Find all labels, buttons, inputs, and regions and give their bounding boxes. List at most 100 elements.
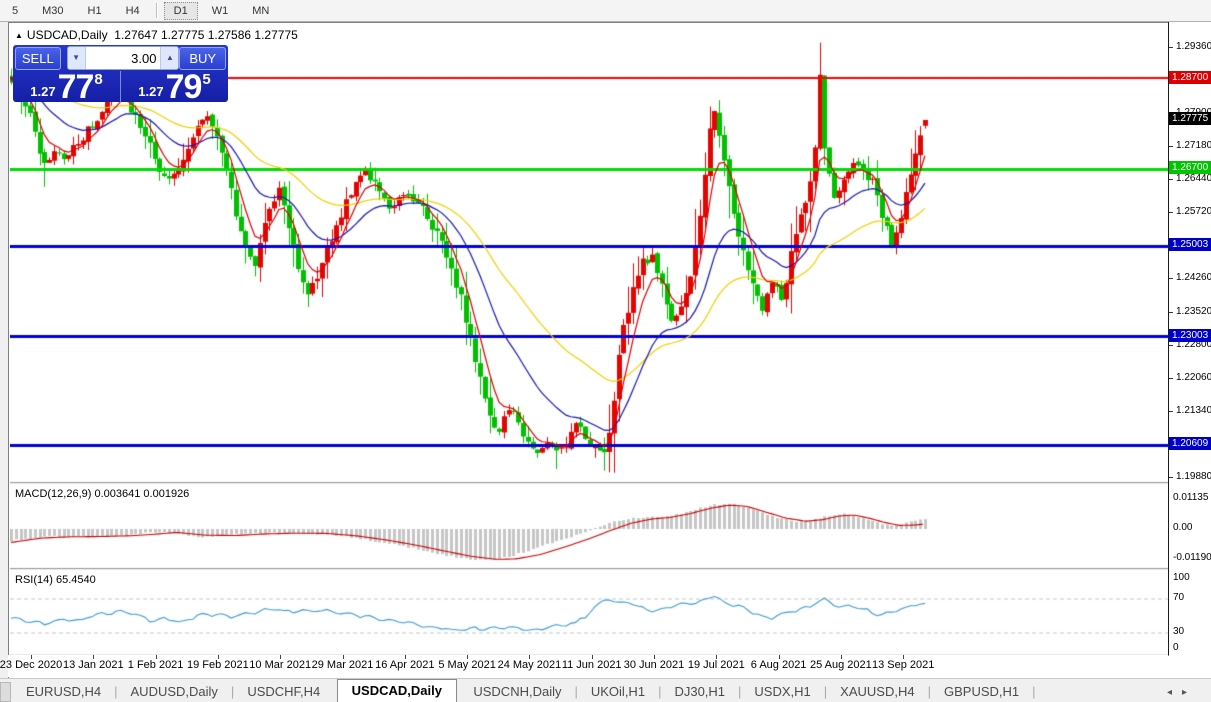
chart-tab-xauusd[interactable]: XAUUSD,H4 bbox=[827, 681, 927, 702]
buy-price-sup: 5 bbox=[202, 71, 211, 88]
chart-symbol-period: USDCAD,Daily bbox=[26, 28, 108, 42]
buy-price-big: 79 bbox=[165, 68, 203, 107]
volume-increase-button[interactable]: ▲ bbox=[160, 47, 179, 69]
price-chart-canvas[interactable] bbox=[10, 24, 1169, 656]
price-axis[interactable]: 1.293601.286401.279001.271801.264401.257… bbox=[1168, 22, 1211, 655]
price-badge-1.25003: 1.25003 bbox=[1169, 238, 1211, 252]
macd-axis-label: 0.00 bbox=[1173, 522, 1193, 533]
rsi-indicator-label: RSI(14) 65.4540 bbox=[15, 574, 96, 586]
one-click-trading-panel: SELL ▼ ▲ BUY 1.27 77 8 1.27 79 5 bbox=[13, 45, 228, 107]
price-tick-label: 1.23520 bbox=[1176, 305, 1211, 317]
timeframe-button-w1[interactable]: W1 bbox=[202, 2, 239, 20]
date-label: 19 Feb 2021 bbox=[187, 659, 249, 671]
rsi-axis-label: 100 bbox=[1173, 572, 1190, 583]
price-tick bbox=[1169, 179, 1173, 181]
chart-tab-usdcnh[interactable]: USDCNH,Daily bbox=[460, 681, 574, 702]
price-tick-label: 1.22060 bbox=[1176, 372, 1211, 384]
price-tick bbox=[1169, 278, 1173, 280]
date-label: 10 Mar 2021 bbox=[249, 659, 312, 671]
macd-name: MACD(12,26,9) bbox=[15, 488, 92, 500]
mt4-window: 5 M30 H1 H4 D1 W1 MN ▲ USDCAD,Daily 1.27647 1.2… bbox=[0, 0, 1211, 702]
price-tick bbox=[1169, 477, 1173, 478]
date-label: 25 Aug 2021 bbox=[809, 659, 872, 671]
timeframe-button-h1[interactable]: H1 bbox=[78, 2, 112, 20]
chart-tab-usdcad[interactable]: USDCAD,Daily bbox=[336, 679, 457, 702]
sell-button[interactable]: SELL bbox=[15, 46, 61, 70]
rsi-axis-label: 30 bbox=[1173, 626, 1185, 637]
timeframe-button-5[interactable]: 5 bbox=[2, 2, 28, 20]
price-tick bbox=[1169, 212, 1173, 214]
volume-input[interactable] bbox=[85, 47, 161, 69]
chart-ohlc-values: 1.27647 1.27775 1.27586 1.27775 bbox=[114, 28, 298, 42]
price-tick bbox=[1169, 47, 1173, 49]
buy-price-area[interactable]: 1.27 79 5 bbox=[120, 68, 228, 107]
price-tick-label: 1.25720 bbox=[1176, 206, 1211, 218]
rsi-name: RSI(14) bbox=[15, 574, 53, 586]
price-badge-1.20609: 1.20609 bbox=[1169, 437, 1211, 451]
tab-scroll-arrows[interactable]: ◂▸ bbox=[1167, 687, 1197, 702]
price-tick-label: 1.26440 bbox=[1176, 173, 1211, 185]
date-label: 23 Dec 2020 bbox=[0, 659, 63, 671]
price-tick-label: 1.29360 bbox=[1176, 41, 1211, 53]
date-label: 13 Jan 2021 bbox=[63, 659, 124, 671]
tab-divider: | bbox=[1032, 684, 1036, 699]
price-tick-label: 1.27180 bbox=[1176, 139, 1211, 151]
timeframe-button-h4[interactable]: H4 bbox=[116, 2, 150, 20]
timeframe-toolbar: 5 M30 H1 H4 D1 W1 MN bbox=[0, 0, 1211, 22]
date-label: 11 Jun 2021 bbox=[561, 659, 622, 671]
price-tick-label: 1.21340 bbox=[1176, 404, 1211, 416]
trade-panel-top-row: SELL ▼ ▲ BUY bbox=[13, 46, 228, 70]
timeframe-button-d1[interactable]: D1 bbox=[163, 1, 198, 20]
date-label: 5 May 2021 bbox=[438, 659, 496, 671]
macd-indicator-label: MACD(12,26,9) 0.003641 0.001926 bbox=[15, 488, 189, 500]
chart-tab-eurusd[interactable]: EURUSD,H4 bbox=[13, 681, 114, 702]
chart-tab-usdchf[interactable]: USDCHF,H4 bbox=[234, 681, 333, 702]
rsi-axis-label: 0 bbox=[1173, 642, 1179, 653]
timeframe-button-m30[interactable]: M30 bbox=[32, 2, 73, 20]
volume-stepper: ▼ ▲ bbox=[66, 46, 180, 70]
date-label: 30 Jun 2021 bbox=[623, 659, 685, 671]
chart-tab-gbpusd[interactable]: GBPUSD,H1 bbox=[931, 681, 1032, 702]
date-label: 1 Feb 2021 bbox=[127, 659, 184, 671]
date-label: 13 Sep 2021 bbox=[871, 659, 935, 671]
price-badge-1.23003: 1.23003 bbox=[1169, 328, 1211, 342]
price-badge-1.28700: 1.28700 bbox=[1169, 70, 1211, 84]
date-label: 24 May 2021 bbox=[497, 659, 562, 671]
price-tick bbox=[1169, 378, 1173, 380]
buy-price-small: 1.27 bbox=[138, 84, 164, 99]
chart-tab-ukoil[interactable]: UKOil,H1 bbox=[578, 681, 658, 702]
price-badge-1.27775: 1.27775 bbox=[1169, 112, 1211, 126]
rsi-axis-label: 70 bbox=[1173, 592, 1185, 603]
date-label: 29 Mar 2021 bbox=[311, 659, 374, 671]
price-tick-label: 1.24260 bbox=[1176, 272, 1211, 284]
chart-tab-audusd[interactable]: AUDUSD,Daily bbox=[118, 681, 231, 702]
sell-price-sup: 8 bbox=[94, 71, 103, 88]
price-tick bbox=[1169, 311, 1173, 313]
date-axis[interactable]: 23 Dec 2020 13 Jan 2021 1 Feb 2021 19 Feb 2… bbox=[0, 655, 1168, 677]
sell-price-small: 1.27 bbox=[30, 84, 56, 99]
tab-scroll-stub[interactable] bbox=[0, 682, 11, 702]
sell-price-area[interactable]: 1.27 77 8 bbox=[13, 68, 120, 107]
macd-values: 0.003641 0.001926 bbox=[94, 488, 190, 500]
price-badge-1.26700: 1.26700 bbox=[1169, 161, 1211, 175]
price-tick bbox=[1169, 145, 1173, 147]
chart-tab-dj30[interactable]: DJ30,H1 bbox=[661, 681, 738, 702]
chart-tab-usdx[interactable]: USDX,H1 bbox=[741, 681, 823, 702]
trade-panel-prices: 1.27 77 8 1.27 79 5 bbox=[13, 68, 228, 107]
price-tick bbox=[1169, 344, 1173, 346]
buy-button[interactable]: BUY bbox=[179, 46, 226, 70]
volume-decrease-button[interactable]: ▼ bbox=[67, 47, 86, 69]
chart-area: ▲ USDCAD,Daily 1.27647 1.27775 1.27586 1.… bbox=[8, 22, 1211, 678]
sell-price-big: 77 bbox=[57, 68, 95, 107]
toolbar-separator bbox=[155, 3, 158, 18]
date-label: 16 Apr 2021 bbox=[375, 659, 435, 671]
collapse-triangle-icon[interactable]: ▲ bbox=[15, 31, 23, 40]
chart-title: ▲ USDCAD,Daily 1.27647 1.27775 1.27586 1.… bbox=[15, 28, 298, 42]
chart-tab-bar: EURUSD,H4|AUDUSD,Daily|USDCHF,H4|USDCAD,… bbox=[0, 678, 1211, 702]
rsi-value: 65.4540 bbox=[55, 574, 96, 586]
timeframe-button-mn[interactable]: MN bbox=[242, 2, 279, 20]
date-label: 6 Aug 2021 bbox=[750, 659, 807, 671]
date-label: 19 Jul 2021 bbox=[687, 659, 745, 671]
macd-axis-label: -0.011904 bbox=[1173, 552, 1211, 563]
macd-axis-label: 0.01135 bbox=[1173, 492, 1209, 503]
